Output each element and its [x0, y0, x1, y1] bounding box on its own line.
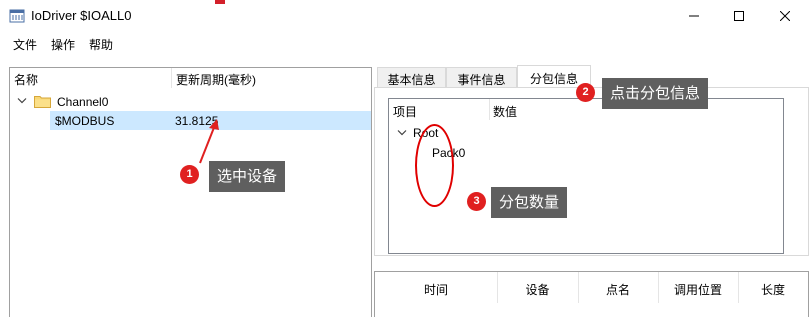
step-3-callout: 分包数量 — [491, 187, 568, 218]
column-header-point[interactable]: 点名 — [578, 272, 658, 303]
event-table[interactable]: 时间 设备 点名 调用位置 长度 — [374, 271, 809, 317]
minimize-icon — [689, 11, 699, 21]
column-divider[interactable] — [489, 99, 490, 120]
step-3-badge: 3 — [467, 192, 486, 211]
chevron-down-icon[interactable] — [397, 129, 407, 137]
column-header-call-location[interactable]: 调用位置 — [658, 272, 738, 303]
close-icon — [780, 11, 790, 21]
step-1-callout: 选中设备 — [209, 161, 286, 192]
tab-basic-info[interactable]: 基本信息 — [377, 67, 446, 87]
tree-item-label: Channel0 — [57, 95, 109, 109]
minimize-button[interactable] — [671, 0, 717, 32]
maximize-icon — [734, 11, 744, 21]
column-header-length[interactable]: 长度 — [738, 272, 808, 303]
step-1-badge: 1 — [180, 165, 199, 184]
close-button[interactable] — [762, 0, 808, 32]
column-divider[interactable] — [171, 68, 172, 88]
device-name: $MODBUS — [55, 114, 115, 128]
packet-tree-header: 项目 数值 — [389, 99, 783, 120]
column-header-name[interactable]: 名称 — [14, 71, 38, 88]
tab-event-info[interactable]: 事件信息 — [446, 67, 517, 87]
chevron-down-icon[interactable] — [17, 97, 27, 105]
arrow-up-icon — [199, 119, 219, 164]
tree-header: 名称 更新周期(毫秒) — [10, 68, 371, 88]
title-bar: IoDriver $IOALL0 — [0, 0, 809, 32]
step-2-badge: 2 — [576, 83, 595, 102]
window-title: IoDriver $IOALL0 — [31, 8, 132, 23]
app-window-icon — [9, 8, 25, 24]
device-tree[interactable]: 名称 更新周期(毫秒) Channel0 $MODBUS 31.8125 — [9, 67, 372, 317]
highlight-ellipse — [415, 124, 454, 207]
menu-help[interactable]: 帮助 — [82, 33, 120, 55]
column-header-value[interactable]: 数值 — [493, 103, 517, 120]
column-header-period[interactable]: 更新周期(毫秒) — [176, 71, 256, 88]
column-header-device[interactable]: 设备 — [497, 272, 578, 303]
column-header-item[interactable]: 项目 — [393, 103, 417, 120]
menu-bar: 文件 操作 帮助 — [0, 33, 809, 55]
red-marker — [215, 0, 225, 4]
folder-icon — [34, 95, 51, 108]
menu-file[interactable]: 文件 — [0, 33, 44, 55]
maximize-button[interactable] — [716, 0, 762, 32]
step-2-callout: 点击分包信息 — [602, 78, 709, 109]
column-header-time[interactable]: 时间 — [375, 272, 497, 303]
tree-item-channel[interactable]: Channel0 — [10, 92, 371, 112]
menu-action[interactable]: 操作 — [44, 33, 82, 55]
